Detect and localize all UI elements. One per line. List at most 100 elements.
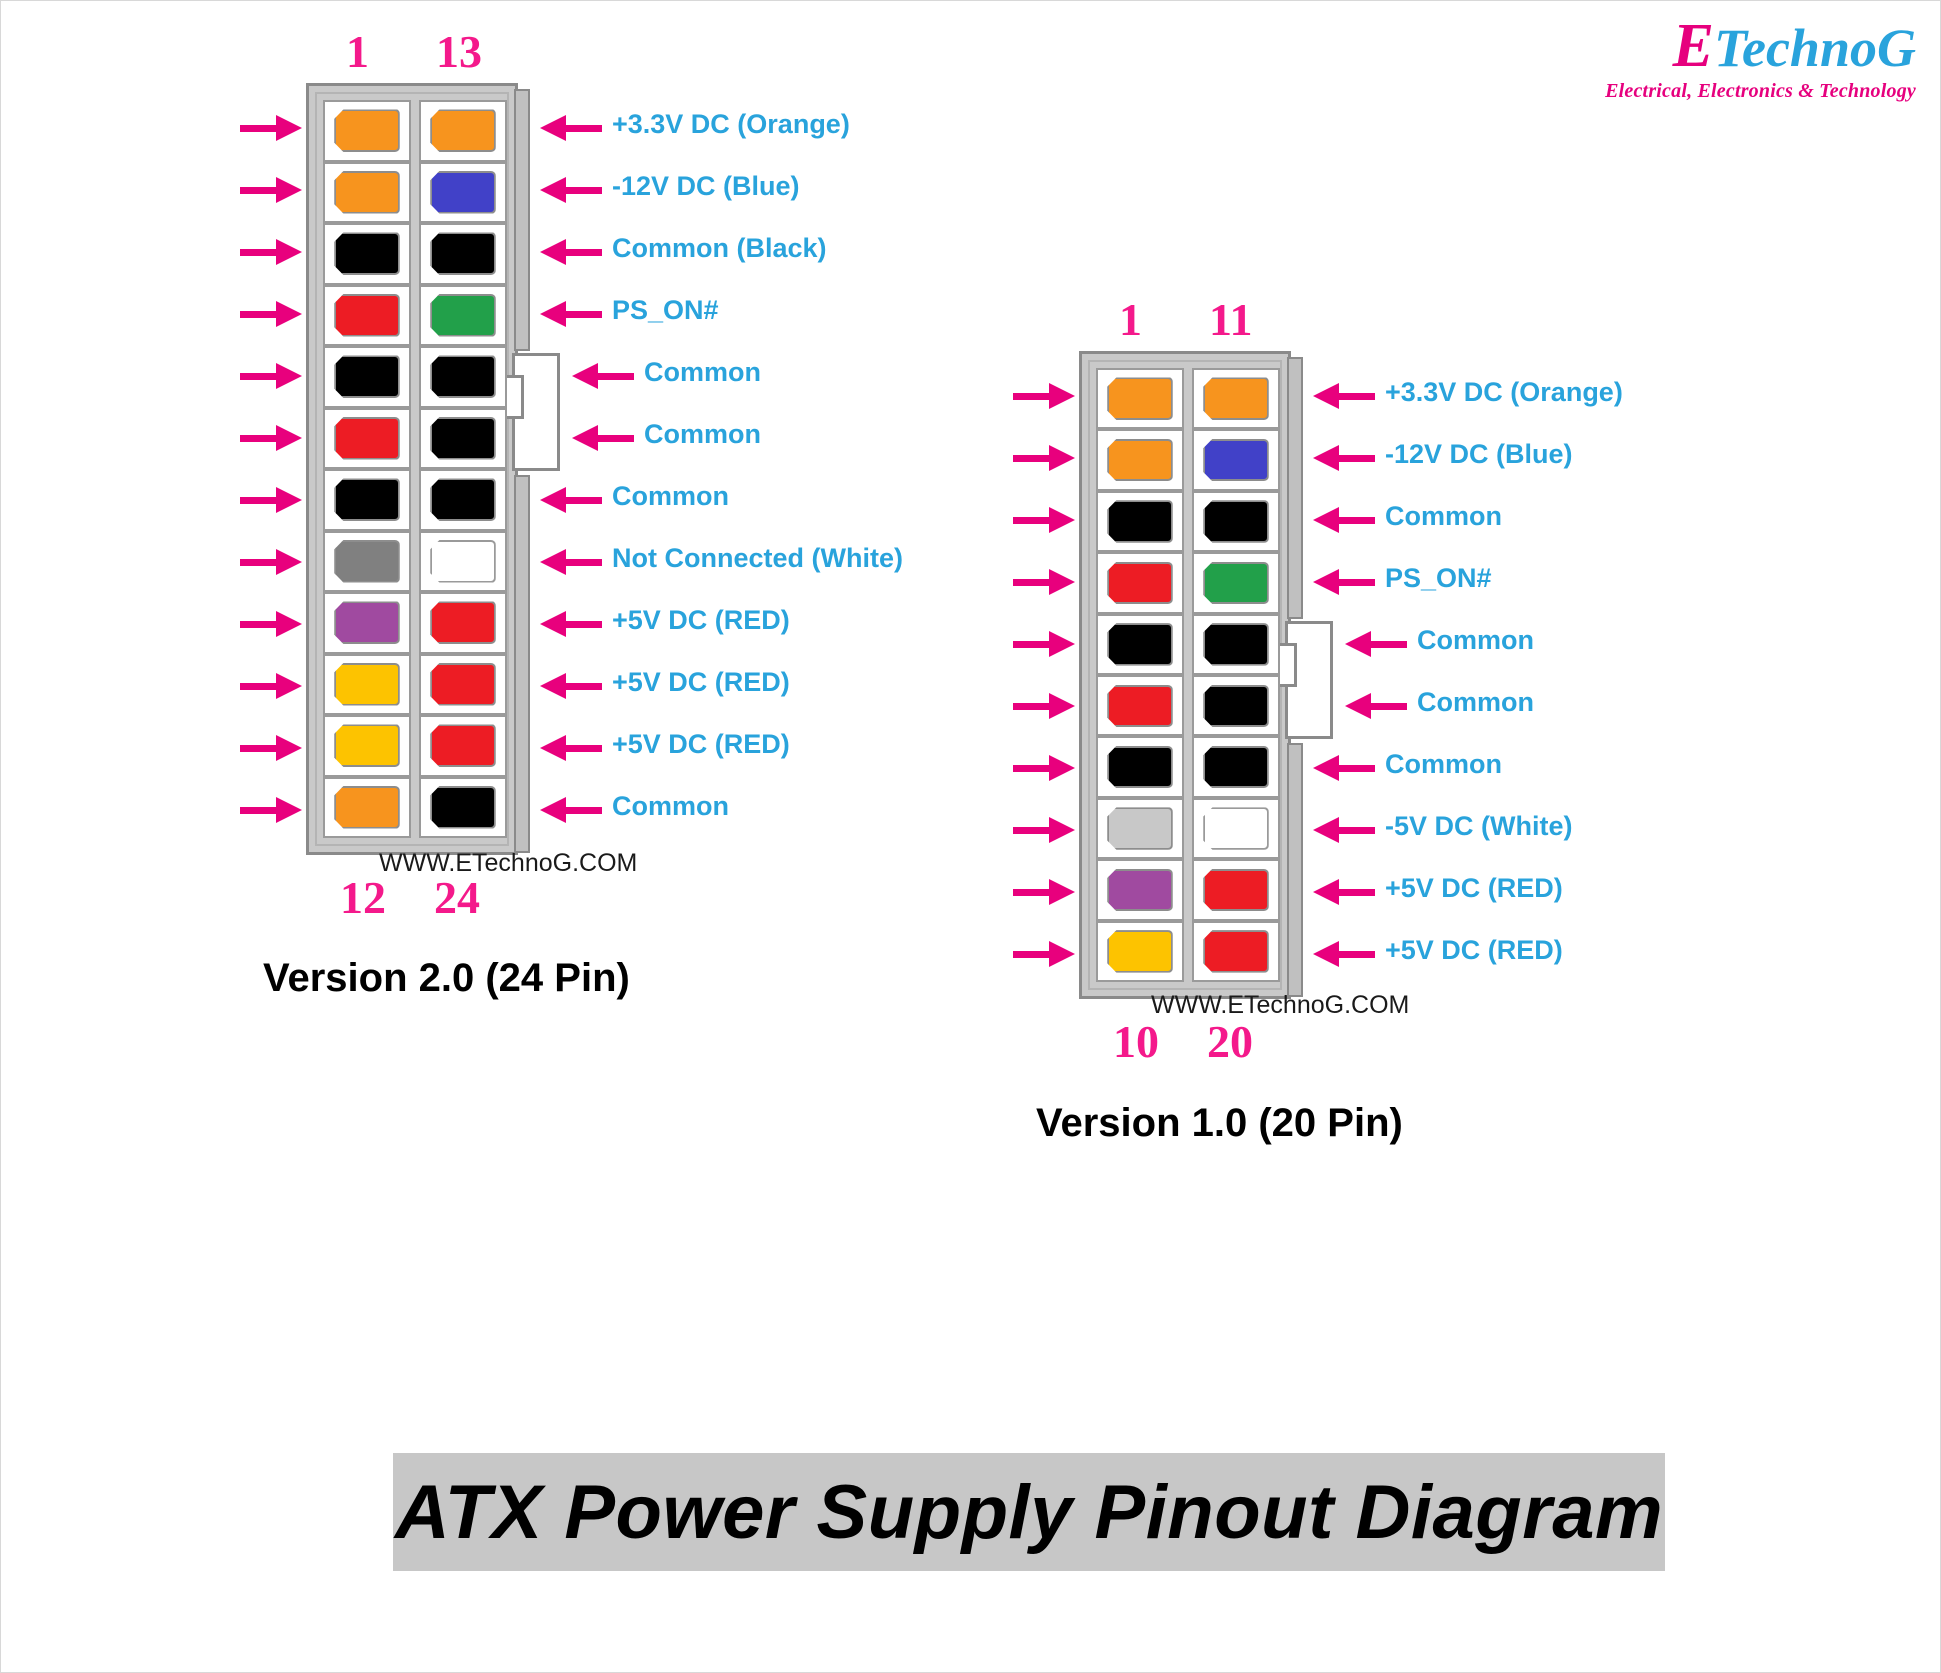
pin-cell xyxy=(419,223,507,285)
connector-latch xyxy=(1273,621,1333,739)
pin-cell xyxy=(1096,675,1184,737)
pin-column-left xyxy=(1096,368,1184,983)
pin-column-right xyxy=(419,100,507,838)
pin-contact-5 xyxy=(1107,623,1173,666)
pin-contact-7 xyxy=(1107,745,1173,789)
pin-cell xyxy=(419,715,507,777)
logo-tagline: Electrical, Electronics & Technology xyxy=(1605,80,1916,102)
pin-label-11: +3.3V DC (Orange) xyxy=(1385,376,1623,407)
pin-contact-13 xyxy=(430,109,496,153)
pin-contact-6 xyxy=(334,416,400,460)
pin-contact-9 xyxy=(1107,868,1173,912)
pin-contact-15 xyxy=(1203,623,1269,666)
pin-contact-16 xyxy=(1203,684,1269,727)
pin-contact-8 xyxy=(1107,807,1173,850)
connector-rail-top xyxy=(514,89,530,351)
pin-contact-1 xyxy=(334,109,400,153)
pin-cell xyxy=(1192,429,1280,491)
pin-label-15: Common (Black) xyxy=(612,232,827,263)
connector-latch xyxy=(500,353,560,471)
pin-contact-10 xyxy=(1107,930,1173,973)
pin-cell xyxy=(419,592,507,654)
pin-number-top-right: 11 xyxy=(1209,294,1253,345)
connector-rail-top xyxy=(1287,357,1303,619)
logo-wordmark: ETechnoG xyxy=(1605,15,1916,77)
pin-label-18: -5V DC (White) xyxy=(1385,810,1573,841)
watermark: WWW.ETechnoG.COM xyxy=(379,849,638,877)
pin-cell xyxy=(1096,859,1184,921)
pin-cell xyxy=(323,715,411,777)
pin-contact-18 xyxy=(430,416,496,460)
pin-number-top-left: 1 xyxy=(1119,294,1142,345)
pin-number-bottom-left: 12 xyxy=(340,872,386,923)
pin-cell xyxy=(323,100,411,162)
connector-body xyxy=(306,83,518,855)
pin-column-left xyxy=(323,100,411,838)
pin-label-15: Common xyxy=(1417,624,1534,655)
pin-label-20: Not Connected (White) xyxy=(612,542,903,573)
pin-contact-17 xyxy=(1203,745,1269,789)
pin-cell xyxy=(1096,490,1184,553)
pin-cell xyxy=(323,407,411,469)
pin-label-23: +5V DC (RED) xyxy=(612,728,790,759)
pin-cell xyxy=(323,223,411,285)
pin-contact-11 xyxy=(334,724,400,768)
pin-cell xyxy=(419,100,507,162)
pin-contact-3 xyxy=(334,232,400,276)
pin-label-12: -12V DC (Blue) xyxy=(1385,438,1573,469)
pin-cell xyxy=(419,469,507,531)
etechnog-logo: ETechnoG Electrical, Electronics & Techn… xyxy=(1605,15,1916,101)
version-caption: Version 1.0 (20 Pin) xyxy=(1036,1101,1403,1145)
pin-contact-14 xyxy=(1203,561,1269,605)
pin-cell xyxy=(1192,368,1280,430)
pin-cell xyxy=(1192,797,1280,860)
pin-contact-23 xyxy=(430,724,496,768)
pin-label-16: PS_ON# xyxy=(612,294,719,325)
pin-label-14: -12V DC (Blue) xyxy=(612,170,800,201)
pin-cell xyxy=(323,346,411,408)
connector-rail-bottom xyxy=(1287,743,1303,997)
pin-contact-8 xyxy=(334,539,400,583)
logo-e-mark: E xyxy=(1672,12,1714,80)
logo-name: TechnoG xyxy=(1713,18,1916,78)
pin-cell xyxy=(1096,368,1184,430)
pin-contact-21 xyxy=(430,601,496,645)
pin-number-bottom-left: 10 xyxy=(1113,1016,1159,1067)
pin-label-24: Common xyxy=(612,790,729,821)
pin-cell xyxy=(1192,675,1280,737)
pin-label-22: +5V DC (RED) xyxy=(612,666,790,697)
connector-body xyxy=(1079,351,1291,999)
pin-contact-4 xyxy=(334,293,400,337)
pin-contact-2 xyxy=(1107,438,1173,482)
pin-label-16: Common xyxy=(1417,686,1534,717)
pin-label-17: Common xyxy=(1385,748,1502,779)
pin-label-19: +5V DC (RED) xyxy=(1385,872,1563,903)
pin-cell xyxy=(1192,552,1280,614)
pin-number-bottom-right: 24 xyxy=(434,872,480,923)
pin-cell xyxy=(323,592,411,654)
pin-column-right xyxy=(1192,368,1280,983)
pin-cell xyxy=(1096,429,1184,491)
pin-cell xyxy=(1192,613,1280,676)
pin-cell xyxy=(419,653,507,715)
pin-contact-3 xyxy=(1107,500,1173,543)
pin-contact-5 xyxy=(334,355,400,399)
pin-cell xyxy=(1192,859,1280,921)
pin-label-21: +5V DC (RED) xyxy=(612,604,790,635)
pin-number-top-left: 1 xyxy=(346,26,369,77)
pin-cell xyxy=(323,284,411,346)
pin-label-18: Common xyxy=(644,418,761,449)
pin-contact-19 xyxy=(1203,868,1269,912)
version-caption: Version 2.0 (24 Pin) xyxy=(263,956,630,1000)
pin-cell xyxy=(1192,490,1280,553)
connector-rail-bottom xyxy=(514,475,530,853)
pin-contact-14 xyxy=(430,170,496,214)
pin-cell xyxy=(1096,797,1184,860)
pin-contact-11 xyxy=(1203,377,1269,420)
pin-contact-1 xyxy=(1107,377,1173,420)
pin-contact-20 xyxy=(430,539,496,583)
pin-contact-24 xyxy=(430,785,496,829)
watermark: WWW.ETechnoG.COM xyxy=(1151,991,1410,1019)
pin-contact-13 xyxy=(1203,500,1269,543)
pin-cell xyxy=(323,161,411,223)
